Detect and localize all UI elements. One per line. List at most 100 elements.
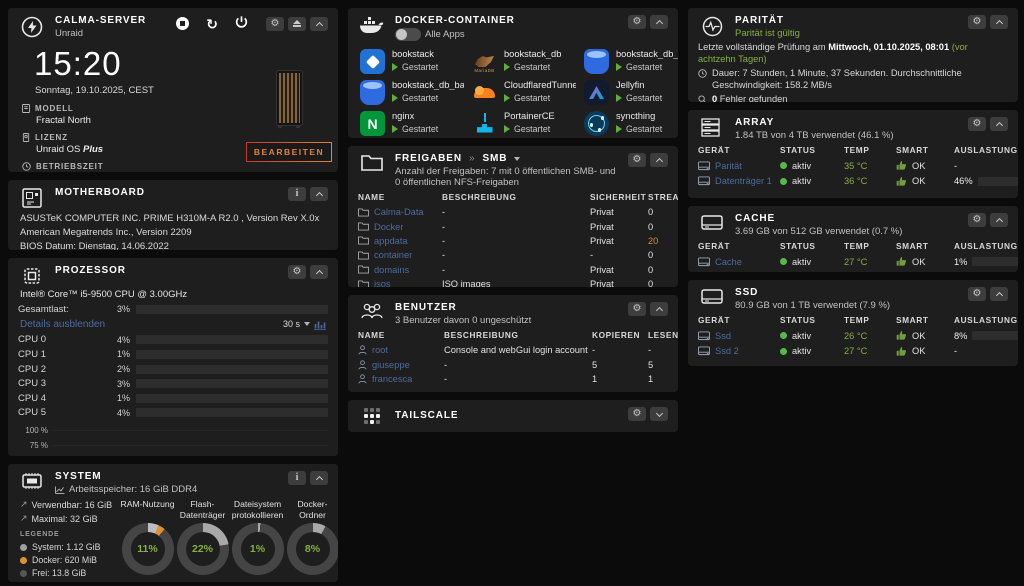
right-column: PARITÄT Parität ist gültig ⚙ Letzte voll… (688, 8, 1018, 366)
container-tile[interactable]: syncthing Gestartet (584, 111, 678, 136)
container-name: Jellyfin (616, 80, 662, 90)
collapse-button[interactable] (650, 302, 668, 316)
device-status: aktiv (792, 346, 811, 356)
info-button[interactable]: i (288, 471, 306, 485)
collapse-button[interactable] (310, 265, 328, 279)
usage-donut: Docker-Ordner 8% (285, 499, 338, 581)
settings-button[interactable]: ⚙ (628, 407, 646, 421)
device-name-link[interactable]: Parität (715, 161, 742, 171)
cpu-core-bar (136, 365, 328, 374)
device-name-link[interactable]: Ssd (715, 331, 731, 341)
device-name-link[interactable]: Datenträger 1 (715, 176, 772, 186)
bar-chart-icon[interactable] (314, 319, 326, 330)
device-smart: OK (912, 161, 925, 171)
array-device-table: Parität aktiv 35 °C OK - Datenträger 1 a… (698, 158, 1008, 189)
collapse-button[interactable] (310, 187, 328, 201)
settings-button[interactable]: ⚙ (968, 117, 986, 131)
stop-array-icon[interactable] (176, 17, 189, 30)
interval-select[interactable]: 30 s (283, 319, 300, 329)
parity-title: PARITÄT (735, 15, 800, 26)
share-name-link[interactable]: Docker (374, 222, 403, 232)
settings-button[interactable]: ⚙ (266, 17, 284, 31)
container-tile[interactable]: nginx Gestartet (360, 111, 464, 136)
share-name-link[interactable]: domains (374, 265, 409, 275)
users-table-header: NAMEBESCHREIBUNGKOPIERENLESEN (358, 326, 668, 343)
info-button[interactable]: i (288, 187, 306, 201)
share-row: appdata - Privat 20 (358, 234, 668, 248)
device-temp: 26 °C (844, 331, 896, 341)
status-dot (780, 162, 787, 169)
container-name: bookstack_db (504, 49, 561, 59)
shares-panel: FREIGABEN » SMB Anzahl der Freigaben: 7 … (348, 146, 678, 287)
cpu-core-row: CPU 2 2% (18, 362, 328, 377)
container-tile[interactable]: bookstack_db_backup Gestartet (584, 49, 678, 74)
container-name: bookstack (392, 49, 438, 59)
middle-column: DOCKER-CONTAINER Alle Apps ⚙ (348, 8, 678, 432)
expand-button[interactable] (650, 407, 668, 421)
settings-button[interactable]: ⚙ (968, 213, 986, 227)
shares-table: Calma-Data - Privat 0 Docker - Privat (358, 205, 668, 287)
cache-device-table: Cache aktiv 27 °C OK 1% (698, 254, 1008, 269)
device-status: aktiv (792, 176, 811, 186)
users-panel: BENUTZER 3 Benutzer davon 0 ungeschützt … (348, 295, 678, 392)
smart-thumbs-up-icon (896, 160, 907, 171)
drive-icon (698, 161, 710, 171)
collapse-button[interactable] (990, 213, 1008, 227)
collapse-button[interactable] (990, 287, 1008, 301)
license-label: LIZENZ (35, 133, 68, 142)
settings-button[interactable]: ⚙ (288, 265, 306, 279)
share-name-link[interactable]: Calma-Data (374, 207, 424, 217)
user-name-link[interactable]: francesca (372, 374, 412, 384)
all-apps-toggle[interactable] (395, 28, 421, 41)
collapse-button[interactable] (310, 17, 328, 31)
settings-button[interactable]: ⚙ (628, 15, 646, 29)
device-usage: 1% (954, 257, 967, 267)
donut-ring: 11% (122, 523, 174, 575)
collapse-button[interactable] (650, 153, 668, 167)
container-tile[interactable]: bookstack Gestartet (360, 49, 464, 74)
array-title: ARRAY (735, 117, 894, 128)
container-tile[interactable]: Jellyfin Gestartet (584, 80, 678, 105)
container-tile[interactable]: CloudflaredTunnel Gestartet (472, 80, 576, 105)
settings-button[interactable]: ⚙ (628, 302, 646, 316)
share-name-link[interactable]: appdata (374, 236, 408, 246)
container-icon (584, 111, 609, 136)
collapse-button[interactable] (310, 471, 328, 485)
cache-drive-icon (698, 213, 726, 231)
running-play-icon (616, 94, 622, 102)
container-name: bookstack_db_backup (616, 49, 678, 59)
ssd-table-header: GERÄTSTATUSTEMPSMARTAUSLASTUNG (698, 311, 1008, 328)
container-tile[interactable]: bookstack_db_backup_e Gestartet (360, 80, 464, 105)
user-read-count: 5 (648, 360, 668, 370)
details-toggle-link[interactable]: Details ausblenden (20, 319, 105, 330)
device-name-link[interactable]: Ssd 2 (715, 346, 739, 356)
settings-button[interactable]: ⚙ (968, 15, 986, 29)
device-usage: - (954, 346, 957, 356)
eject-button[interactable] (288, 17, 306, 31)
user-row: francesca - 1 1 (358, 372, 668, 386)
device-temp: 27 °C (844, 346, 896, 356)
reboot-icon[interactable]: ↻ (206, 17, 218, 31)
share-name-link[interactable]: isos (374, 279, 391, 287)
running-play-icon (392, 63, 398, 71)
container-tile[interactable]: PortainerCE Gestartet (472, 111, 576, 136)
device-name-link[interactable]: Cache (715, 257, 742, 267)
user-name-link[interactable]: giuseppe (372, 360, 410, 370)
user-name-link[interactable]: root (372, 345, 388, 355)
share-name-link[interactable]: container (374, 250, 412, 260)
edit-button[interactable]: BEARBEITEN (246, 142, 332, 162)
collapse-button[interactable] (650, 15, 668, 29)
device-row: Ssd 2 aktiv 27 °C OK - (698, 343, 1008, 358)
cpu-core-row: CPU 5 4% (18, 406, 328, 421)
container-tile[interactable]: bookstack_db Gestartet (472, 49, 576, 74)
container-status: Gestartet (514, 124, 550, 134)
shutdown-icon[interactable] (235, 15, 248, 32)
shares-protocol-select[interactable]: SMB (482, 153, 507, 164)
settings-button[interactable]: ⚙ (968, 287, 986, 301)
collapse-button[interactable] (990, 15, 1008, 29)
clock-icon (698, 69, 707, 78)
collapse-button[interactable] (990, 117, 1008, 131)
model-icon (22, 104, 30, 113)
settings-button[interactable]: ⚙ (628, 153, 646, 167)
user-row: root Console and webGui login account - … (358, 343, 668, 357)
